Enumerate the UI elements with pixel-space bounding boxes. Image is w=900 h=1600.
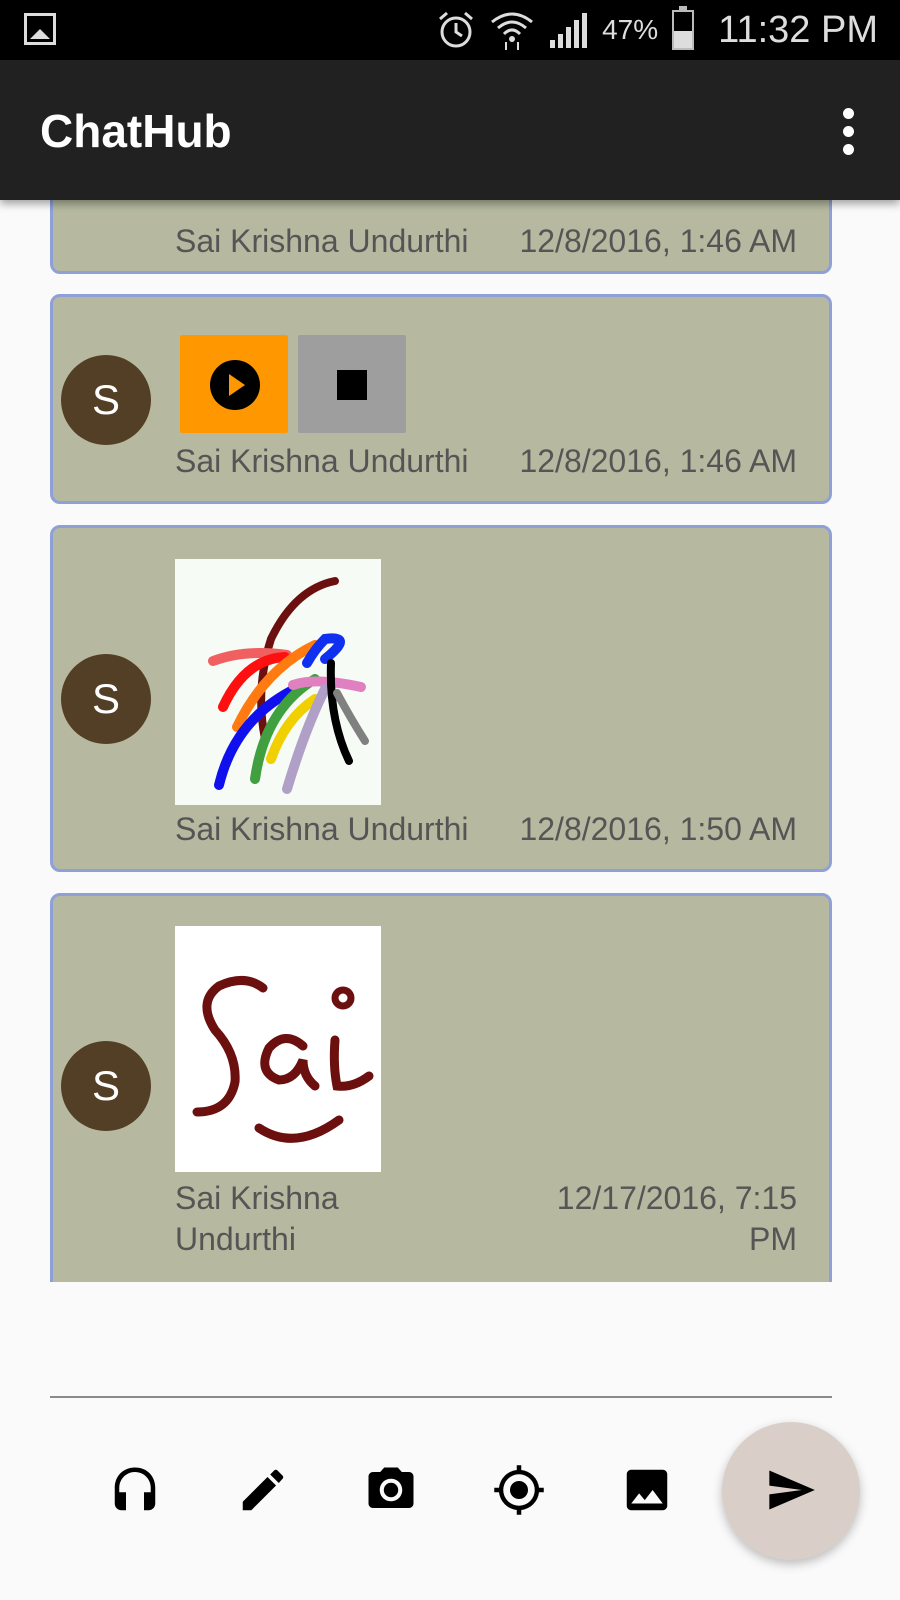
play-button[interactable]	[180, 335, 288, 433]
message-card: S Sai Krishna Undurthi 12/8/2016, 1:50 A…	[50, 525, 832, 872]
message-card: S Sai Krishna Undurthi 12/17/2016, 7:15 PM	[50, 893, 832, 1282]
handwriting-image[interactable]	[175, 926, 381, 1172]
sketch-image[interactable]	[175, 559, 381, 805]
send-icon	[769, 1470, 815, 1510]
battery-percent: 47%	[602, 14, 659, 45]
avatar: S	[61, 355, 151, 445]
battery-level	[674, 31, 693, 48]
more-vert-icon[interactable]	[840, 108, 856, 156]
battery-icon	[672, 6, 695, 50]
sender-name: Sai Krishna Undurthi	[175, 223, 469, 259]
clock: 11:32 PM	[718, 8, 878, 51]
wifi-icon	[490, 10, 534, 50]
timestamp-line2: PM	[749, 1221, 797, 1257]
pencil-icon[interactable]	[236, 1463, 290, 1517]
image-icon[interactable]	[620, 1463, 674, 1517]
timestamp-line1: 12/17/2016, 7:15	[556, 1180, 797, 1216]
timestamp: 12/8/2016, 1:46 AM	[519, 443, 797, 479]
sender-name-line1: Sai Krishna	[175, 1180, 339, 1216]
timestamp: 12/17/2016, 7:15 PM	[557, 1178, 797, 1260]
sender-name-line2: Undurthi	[175, 1221, 296, 1257]
avatar: S	[61, 654, 151, 744]
timestamp: 12/8/2016, 1:50 AM	[519, 811, 797, 847]
signal-icon	[548, 10, 588, 50]
location-icon[interactable]	[492, 1463, 546, 1517]
avatar: S	[61, 1041, 151, 1131]
status-bar: 47% 11:32 PM	[0, 0, 900, 60]
app-title: ChatHub	[40, 105, 232, 157]
status-icons: 47% 11:32 PM	[436, 0, 878, 60]
send-button[interactable]	[722, 1422, 860, 1560]
app-bar: ChatHub	[0, 60, 900, 200]
timestamp: 12/8/2016, 1:46 AM	[519, 223, 797, 259]
stop-button[interactable]	[298, 335, 406, 433]
message-input-underline	[50, 1396, 832, 1398]
headset-icon[interactable]	[108, 1463, 162, 1517]
gallery-icon	[24, 13, 56, 45]
message-card: S Sai Krishna Undurthi 12/8/2016, 1:46 A…	[50, 294, 832, 504]
play-icon	[210, 360, 260, 410]
alarm-icon	[436, 10, 476, 50]
camera-icon[interactable]	[364, 1463, 418, 1517]
message-list[interactable]: Sai Krishna Undurthi 12/8/2016, 1:46 AM …	[0, 200, 900, 1282]
sender-name: Sai Krishna Undurthi	[175, 1178, 339, 1260]
sender-name: Sai Krishna Undurthi	[175, 443, 469, 479]
sender-name: Sai Krishna Undurthi	[175, 811, 469, 847]
message-card: Sai Krishna Undurthi 12/8/2016, 1:46 AM	[50, 200, 832, 274]
stop-icon	[337, 370, 367, 400]
message-input[interactable]	[50, 1300, 832, 1390]
